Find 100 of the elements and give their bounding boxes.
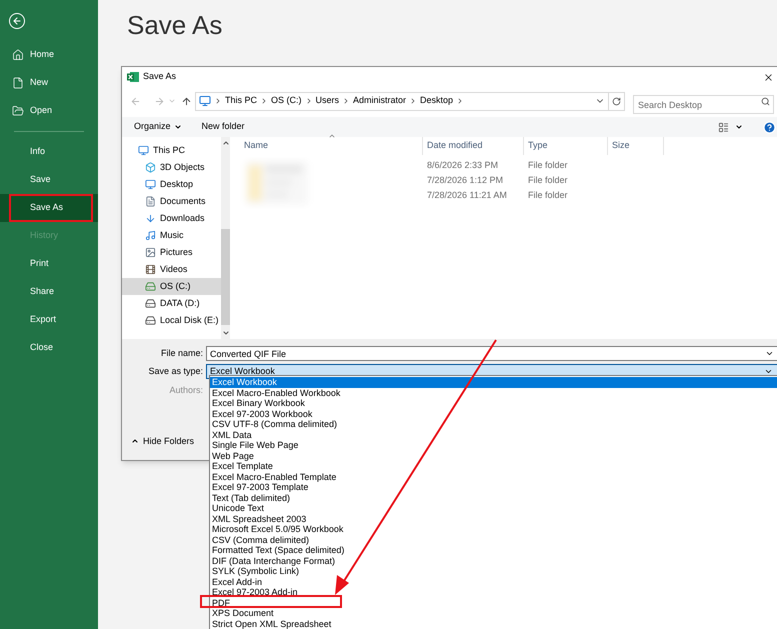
sidebar-item[interactable]: Save As — [0, 194, 98, 222]
file-type-option[interactable]: Text (Tab delimited) — [210, 492, 777, 503]
breadcrumb[interactable]: OS (C:) — [271, 94, 302, 108]
drive-icon — [145, 281, 156, 292]
file-type-option[interactable]: Excel Macro-Enabled Workbook — [210, 388, 777, 398]
folder-tree-item[interactable]: OS (C:) — [122, 278, 221, 295]
file-type-option[interactable]: Excel Add-in — [210, 576, 777, 587]
field-label: Authors: — [168, 384, 204, 398]
document-icon — [145, 196, 156, 207]
search-field[interactable]: Search Desktop — [633, 95, 774, 114]
caret-icon — [174, 123, 182, 131]
hide-folders-button[interactable]: Hide Folders — [131, 434, 194, 448]
file-type-option[interactable]: Formatted Text (Space delimited) — [210, 545, 777, 556]
sidebar-item[interactable]: Info — [0, 138, 98, 166]
field-label: File name: — [160, 346, 204, 360]
table-cell-text: File folder — [527, 174, 569, 187]
breadcrumb[interactable]: Users — [316, 94, 340, 108]
file-icon — [12, 77, 24, 89]
folder-tree-item[interactable]: Documents — [122, 193, 221, 210]
breadcrumb[interactable]: This PC — [225, 94, 258, 108]
sidebar-item[interactable]: New — [0, 69, 98, 97]
file-type-option[interactable]: SYLK (Symbolic Link) — [210, 566, 777, 576]
scroll-down-icon[interactable] — [222, 329, 230, 337]
close-icon[interactable] — [763, 72, 774, 82]
sidebar-item[interactable]: Print — [0, 250, 98, 278]
file-type-option[interactable]: Microsoft Excel 5.0/95 Workbook — [210, 524, 777, 534]
folder-tree-item[interactable]: Pictures — [122, 244, 221, 261]
file-type-option[interactable]: XPS Document — [210, 608, 777, 618]
folder-tree-item[interactable]: 3D Objects — [122, 159, 221, 176]
file-type-option[interactable]: Single File Web Page — [210, 440, 777, 450]
file-type-option[interactable]: Excel Macro-Enabled Template — [210, 472, 777, 482]
back-icon[interactable] — [8, 12, 26, 30]
sort-icon — [328, 132, 336, 140]
file-type-option[interactable]: Web Page — [210, 450, 777, 461]
computer-icon — [138, 145, 149, 156]
column-header[interactable]: Size — [608, 137, 664, 155]
table-cell-text: File folder — [527, 158, 569, 172]
search-icon — [761, 96, 770, 106]
file-type-option[interactable]: DIF (Data Interchange Format) — [210, 556, 777, 566]
table-cell-text: 7/28/2026 1:12 PM — [426, 174, 504, 187]
breadcrumb[interactable]: Administrator — [353, 94, 406, 108]
drive-icon — [145, 298, 156, 309]
sidebar-item[interactable]: Close — [0, 334, 98, 362]
file-type-option[interactable]: XML Spreadsheet 2003 — [210, 514, 777, 524]
file-type-option[interactable]: Excel Workbook — [210, 377, 777, 388]
caret-icon[interactable] — [735, 123, 743, 131]
caret-icon — [131, 437, 139, 446]
table-cell-text: 7/28/2026 11:21 AM — [426, 188, 508, 202]
refresh-button[interactable] — [609, 92, 625, 110]
music-icon — [145, 230, 156, 241]
file-type-option[interactable]: CSV (Comma delimited) — [210, 534, 777, 545]
home-icon — [12, 49, 24, 61]
file-type-option[interactable]: CSV UTF-8 (Comma delimited) — [210, 419, 777, 430]
monitor-icon — [199, 95, 211, 107]
folder-tree-item[interactable]: Local Disk (E:) — [122, 312, 221, 329]
file-type-option[interactable]: Excel 97-2003 Workbook — [210, 408, 777, 419]
file-type-option[interactable]: Excel 97-2003 Template — [210, 482, 777, 492]
refresh-icon — [612, 96, 621, 106]
sidebar-item[interactable]: Share — [0, 278, 98, 306]
folder-tree-item[interactable]: DATA (D:) — [122, 295, 221, 312]
folder-tree-item[interactable]: Desktop — [122, 176, 221, 193]
folder-tree-item[interactable]: Downloads — [122, 210, 221, 227]
organize-button[interactable]: Organize — [134, 120, 182, 134]
file-type-option[interactable]: Excel Binary Workbook — [210, 398, 777, 408]
scroll-thumb[interactable] — [221, 229, 230, 325]
dialog-title: Save As — [143, 70, 176, 84]
monitor-icon — [145, 179, 156, 190]
film-icon — [145, 264, 156, 275]
folder-tree-item[interactable]: Videos — [122, 261, 221, 278]
table-cell-text: 8/6/2026 2:33 PM — [426, 158, 500, 172]
file-name-field[interactable]: Converted QIF File — [206, 346, 777, 361]
table-cell-text: File folder — [527, 188, 569, 202]
file-type-option[interactable]: Unicode Text — [210, 503, 777, 514]
sidebar-item[interactable]: Open — [0, 97, 98, 125]
file-type-option[interactable]: Excel 97-2003 Add-in — [210, 587, 777, 598]
folder-tree-item[interactable]: Music — [122, 227, 221, 244]
folder-tree-item[interactable]: This PC — [122, 142, 221, 159]
new-folder-button[interactable]: New folder — [202, 120, 245, 134]
up-icon[interactable] — [181, 96, 192, 106]
breadcrumb[interactable]: Desktop — [420, 94, 454, 108]
file-type-option[interactable]: XML Data — [210, 430, 777, 440]
scrollbar[interactable] — [221, 137, 230, 339]
cube-icon — [145, 162, 156, 173]
file-type-option[interactable]: Strict Open XML Spreadsheet — [210, 618, 777, 629]
address-bar[interactable]: This PC OS (C:) Users Administrator Desktop — [195, 92, 609, 110]
column-header[interactable]: Name — [234, 137, 423, 155]
column-header[interactable]: Type — [524, 137, 608, 155]
file-type-option[interactable]: PDF — [210, 598, 777, 608]
view-icon[interactable] — [718, 122, 729, 132]
help-icon[interactable] — [763, 120, 776, 134]
drive-icon — [145, 315, 156, 326]
sidebar-item[interactable]: Home — [0, 41, 98, 69]
page-title: Save As — [127, 9, 222, 41]
sidebar-item[interactable]: Export — [0, 306, 98, 334]
folder-icon — [12, 105, 24, 117]
file-type-option[interactable]: Excel Template — [210, 461, 777, 472]
scroll-up-icon[interactable] — [222, 139, 230, 147]
field-label: Save as type: — [147, 364, 204, 378]
column-header[interactable]: Date modified — [423, 137, 524, 155]
sidebar-item[interactable]: Save — [0, 166, 98, 194]
